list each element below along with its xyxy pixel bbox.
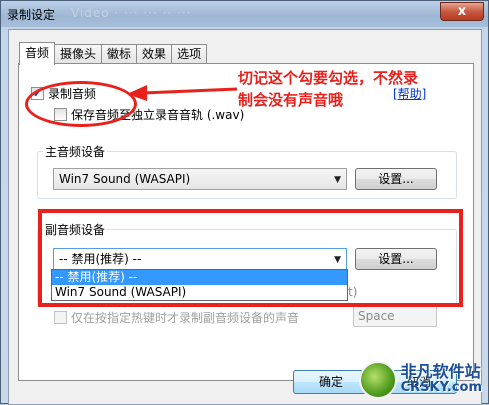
- annotation-text: 切记这个勾要勾选，不然录制会没有声音哦: [238, 69, 419, 109]
- title-bar-ghost-text: Video · ··· ··· ·· ···: [71, 6, 192, 20]
- tab-camera[interactable]: 摄像头: [54, 44, 103, 64]
- watermark-logo-icon: [358, 361, 397, 399]
- primary-device-value: Win7 Sound (WASAPI): [59, 172, 191, 186]
- hotkey-label: 仅在按指定热键时才录制副音频设备的声音: [71, 311, 300, 325]
- tab-audio[interactable]: 音频: [19, 42, 56, 65]
- chevron-down-icon: ▼: [334, 175, 341, 185]
- title-bar[interactable]: 录制设定 Video · ··· ··· ·· ··· x: [1, 1, 488, 27]
- ok-button[interactable]: 确定: [293, 370, 369, 394]
- tab-effects[interactable]: 效果: [136, 44, 173, 64]
- tab-bar: 音频 摄像头 徽标 效果 选项: [19, 42, 208, 65]
- watermark-cn: 非凡软件站: [400, 362, 481, 381]
- dialog-window: 录制设定 Video · ··· ··· ·· ··· x 音频 摄像头 徽标 …: [0, 0, 489, 405]
- dropdown-option[interactable]: -- 禁用(推荐) --: [52, 270, 347, 285]
- secondary-device-dropdown: -- 禁用(推荐) -- Win7 Sound (WASAPI): [51, 269, 348, 301]
- watermark-en: CRSKY.com: [400, 380, 482, 395]
- hotkey-input[interactable]: Space: [353, 306, 437, 327]
- annotation-arrow-icon: [127, 85, 238, 101]
- hotkey-row[interactable]: 仅在按指定热键时才录制副音频设备的声音: [54, 309, 299, 326]
- close-icon: x: [457, 4, 467, 19]
- primary-audio-group-label: 主音频设备: [43, 143, 108, 160]
- primary-device-select[interactable]: Win7 Sound (WASAPI) ▼: [53, 168, 347, 190]
- dropdown-option[interactable]: Win7 Sound (WASAPI): [52, 285, 347, 300]
- close-button[interactable]: x: [440, 2, 484, 21]
- watermark: 非凡软件站 CRSKY.com: [358, 361, 482, 399]
- secondary-audio-group-label: 副音频设备: [43, 221, 108, 238]
- tab-options[interactable]: 选项: [171, 44, 208, 64]
- window-title: 录制设定: [7, 8, 56, 22]
- primary-settings-button[interactable]: 设置...: [355, 168, 437, 190]
- tab-logo[interactable]: 徽标: [101, 44, 138, 64]
- hotkey-checkbox[interactable]: [54, 311, 67, 324]
